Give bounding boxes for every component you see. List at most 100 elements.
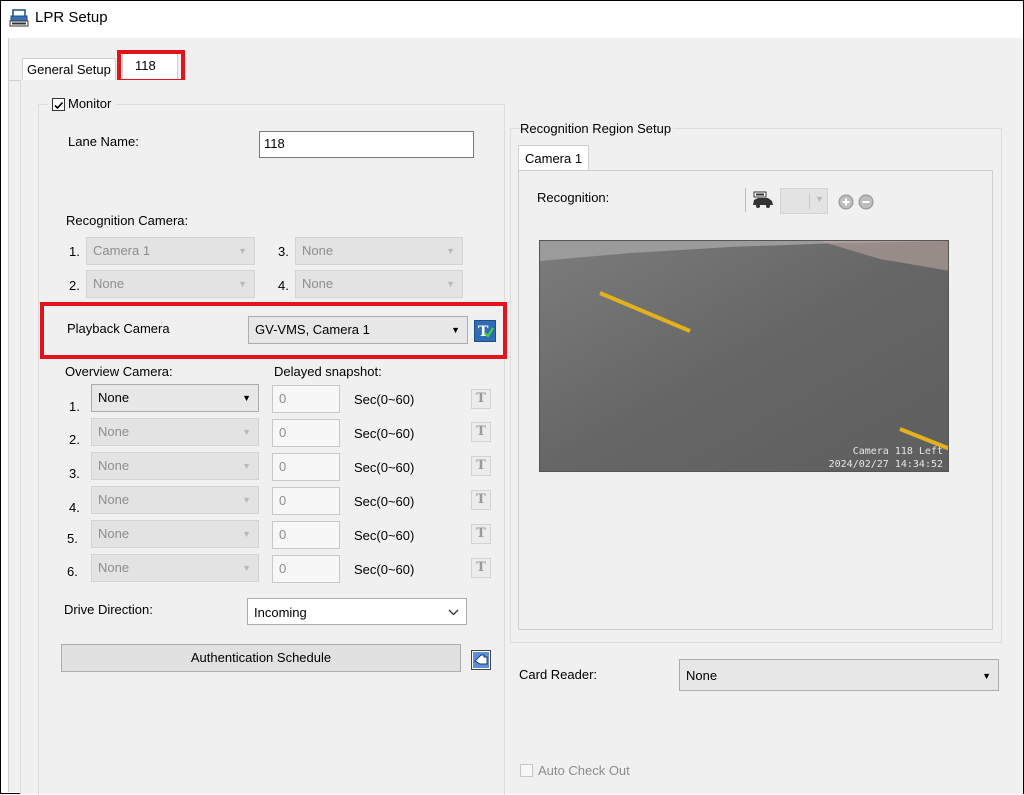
card-reader-label: Card Reader:: [519, 667, 598, 682]
chevron-down-icon: ▼: [238, 279, 247, 289]
recog-camera-1-value: Camera 1: [93, 243, 151, 258]
test-icon[interactable]: T: [471, 524, 491, 544]
test-icon[interactable]: T: [471, 389, 491, 409]
delay-1-unit: Sec(0~60): [354, 392, 415, 407]
delay-5-input[interactable]: 0: [272, 521, 340, 549]
recog-camera-2-value: None: [93, 276, 125, 291]
chevron-down-icon: ▼: [242, 461, 251, 471]
recog-camera-2-select[interactable]: None ▼: [86, 270, 255, 298]
delay-5-unit: Sec(0~60): [354, 528, 415, 543]
overview-camera-5-select[interactable]: None ▼: [91, 520, 259, 548]
delay-1-input[interactable]: 0: [272, 385, 340, 413]
tab-general-setup[interactable]: General Setup: [22, 58, 116, 81]
delayed-snapshot-label: Delayed snapshot:: [274, 364, 382, 379]
overview-row-4-num: 4.: [69, 500, 80, 515]
overview-camera-6-select[interactable]: None ▼: [91, 554, 259, 582]
preview-overlay-timestamp: 2024/02/27 14:34:52: [829, 459, 943, 470]
delay-4-value: 0: [279, 493, 287, 508]
auto-check-out-label: Auto Check Out: [538, 763, 630, 778]
checkmark-icon: [54, 101, 64, 110]
tab-camera-1[interactable]: Camera 1: [518, 145, 590, 170]
recog-slot-4-num: 4.: [278, 278, 289, 293]
recog-camera-4-select[interactable]: None ▼: [295, 270, 463, 298]
add-region-icon[interactable]: [838, 194, 854, 210]
camera-preview[interactable]: Camera 118 Left 2024/02/27 14:34:52: [539, 240, 949, 472]
recog-camera-4-value: None: [302, 276, 334, 291]
delay-6-input[interactable]: 0: [272, 555, 340, 583]
delay-1-value: 0: [279, 391, 287, 406]
chevron-down-icon: ▼: [242, 393, 251, 403]
chevron-down-icon: ▼: [242, 495, 251, 505]
overview-camera-2-select[interactable]: None ▼: [91, 418, 259, 446]
monitor-checkbox[interactable]: [52, 98, 65, 111]
road-image: Camera 118 Left 2024/02/27 14:34:52: [540, 241, 948, 471]
card-reader-value: None: [686, 668, 718, 683]
delay-2-value: 0: [279, 425, 287, 440]
monitor-label: Monitor: [68, 96, 112, 111]
overview-camera-1-value: None: [98, 390, 130, 405]
tab-camera-1-label: Camera 1: [525, 151, 583, 166]
delay-3-unit: Sec(0~60): [354, 460, 415, 475]
recog-camera-1-select[interactable]: Camera 1 ▼: [86, 237, 255, 265]
chevron-down-icon: ▼: [242, 529, 251, 539]
drive-direction-label: Drive Direction:: [64, 602, 153, 617]
overview-camera-6-value: None: [98, 560, 130, 575]
lpr-app-icon: [9, 9, 29, 27]
delay-2-input[interactable]: 0: [272, 419, 340, 447]
chevron-down-icon: [448, 609, 459, 616]
overview-camera-1-select[interactable]: None ▼: [91, 384, 259, 412]
delay-6-unit: Sec(0~60): [354, 562, 415, 577]
authentication-schedule-label: Authentication Schedule: [190, 650, 332, 665]
test-icon[interactable]: T: [471, 558, 491, 578]
lane-name-input[interactable]: 118: [259, 131, 474, 158]
vehicle-lpr-icon[interactable]: [752, 191, 774, 209]
overview-row-5-num: 5.: [67, 531, 78, 546]
drive-direction-select[interactable]: Incoming: [247, 598, 467, 625]
chevron-down-icon: ▼: [446, 246, 455, 256]
overview-camera-4-select[interactable]: None ▼: [91, 486, 259, 514]
preview-overlay-camera: Camera 118 Left: [853, 446, 943, 457]
delay-2-unit: Sec(0~60): [354, 426, 415, 441]
recog-camera-3-select[interactable]: None ▼: [295, 237, 463, 265]
window-title: LPR Setup: [35, 9, 108, 26]
recognition-label: Recognition:: [537, 190, 610, 205]
chevron-down-icon: ▼: [446, 279, 455, 289]
recog-slot-1-num: 1.: [69, 244, 80, 259]
remove-region-icon[interactable]: [858, 194, 874, 210]
schedule-hand-icon[interactable]: [471, 650, 491, 670]
recognition-region-label: Recognition Region Setup: [520, 121, 674, 136]
monitor-group-header[interactable]: Monitor: [48, 96, 116, 112]
test-icon[interactable]: T: [471, 422, 491, 442]
auto-check-out-option[interactable]: Auto Check Out: [518, 762, 658, 780]
drive-direction-value: Incoming: [254, 605, 307, 620]
overview-camera-2-value: None: [98, 424, 130, 439]
overview-camera-3-select[interactable]: None ▼: [91, 452, 259, 480]
delay-4-input[interactable]: 0: [272, 487, 340, 515]
region-select[interactable]: ▼: [780, 188, 828, 214]
overview-camera-4-value: None: [98, 492, 130, 507]
region-select-divider: [809, 193, 810, 209]
overview-row-1-num: 1.: [69, 399, 80, 414]
lane-name-value: 118: [264, 136, 285, 151]
highlight-box-tab: [117, 50, 185, 83]
overview-row-6-num: 6.: [67, 564, 78, 579]
recog-slot-3-num: 3.: [278, 244, 289, 259]
delay-3-input[interactable]: 0: [272, 453, 340, 481]
overview-camera-5-value: None: [98, 526, 130, 541]
auto-check-out-checkbox[interactable]: [520, 764, 533, 777]
overview-row-3-num: 3.: [69, 466, 80, 481]
tab-general-setup-label: General Setup: [27, 62, 111, 77]
test-icon[interactable]: T: [471, 456, 491, 476]
authentication-schedule-button[interactable]: Authentication Schedule: [61, 644, 461, 672]
recog-camera-3-value: None: [302, 243, 334, 258]
chevron-down-icon: ▼: [238, 246, 247, 256]
lane-name-label: Lane Name:: [68, 134, 139, 149]
chevron-down-icon: ▼: [242, 563, 251, 573]
test-icon[interactable]: T: [471, 490, 491, 510]
pointing-hand-icon: [473, 652, 489, 668]
card-reader-select[interactable]: None ▼: [679, 659, 999, 691]
recognition-camera-label: Recognition Camera:: [66, 213, 189, 228]
delay-4-unit: Sec(0~60): [354, 494, 415, 509]
recog-slot-2-num: 2.: [69, 278, 80, 293]
overview-row-2-num: 2.: [69, 432, 80, 447]
